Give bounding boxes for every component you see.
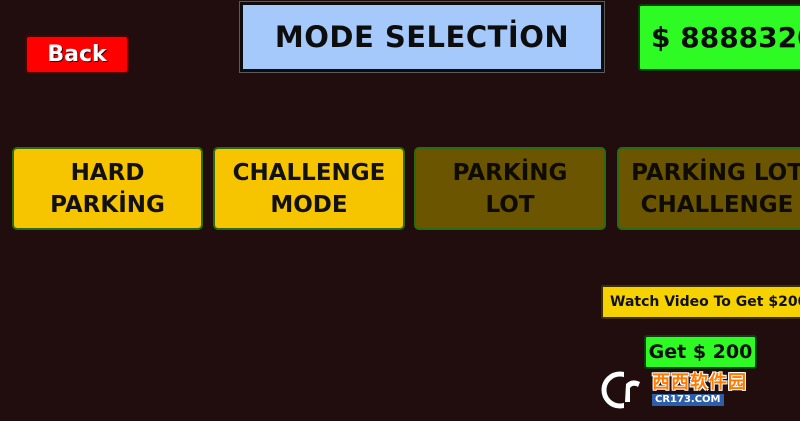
watermark-logo-icon [601,371,640,409]
mode-button-parking-lot-challenge[interactable]: PARKİNG LOT CHALLENGE [617,147,800,230]
mode-button-parking-lot[interactable]: PARKİNG LOT [414,147,606,230]
watermark: 西西软件园 CR173.COM [600,369,782,411]
watermark-text: 西西软件园 [652,372,747,393]
page-title: MODE SELECTİON [239,1,605,73]
get-reward-button[interactable]: Get $ 200 [644,335,757,369]
mode-button-hard-parking[interactable]: HARD PARKİNG [12,147,203,230]
mode-button-challenge-mode[interactable]: CHALLENGE MODE [213,147,405,230]
money-display: $ 8888320 [638,4,800,71]
back-button[interactable]: Back [25,35,129,74]
watermark-subtext: CR173.COM [652,394,724,406]
watch-video-button[interactable]: Watch Video To Get $200 [601,285,800,319]
